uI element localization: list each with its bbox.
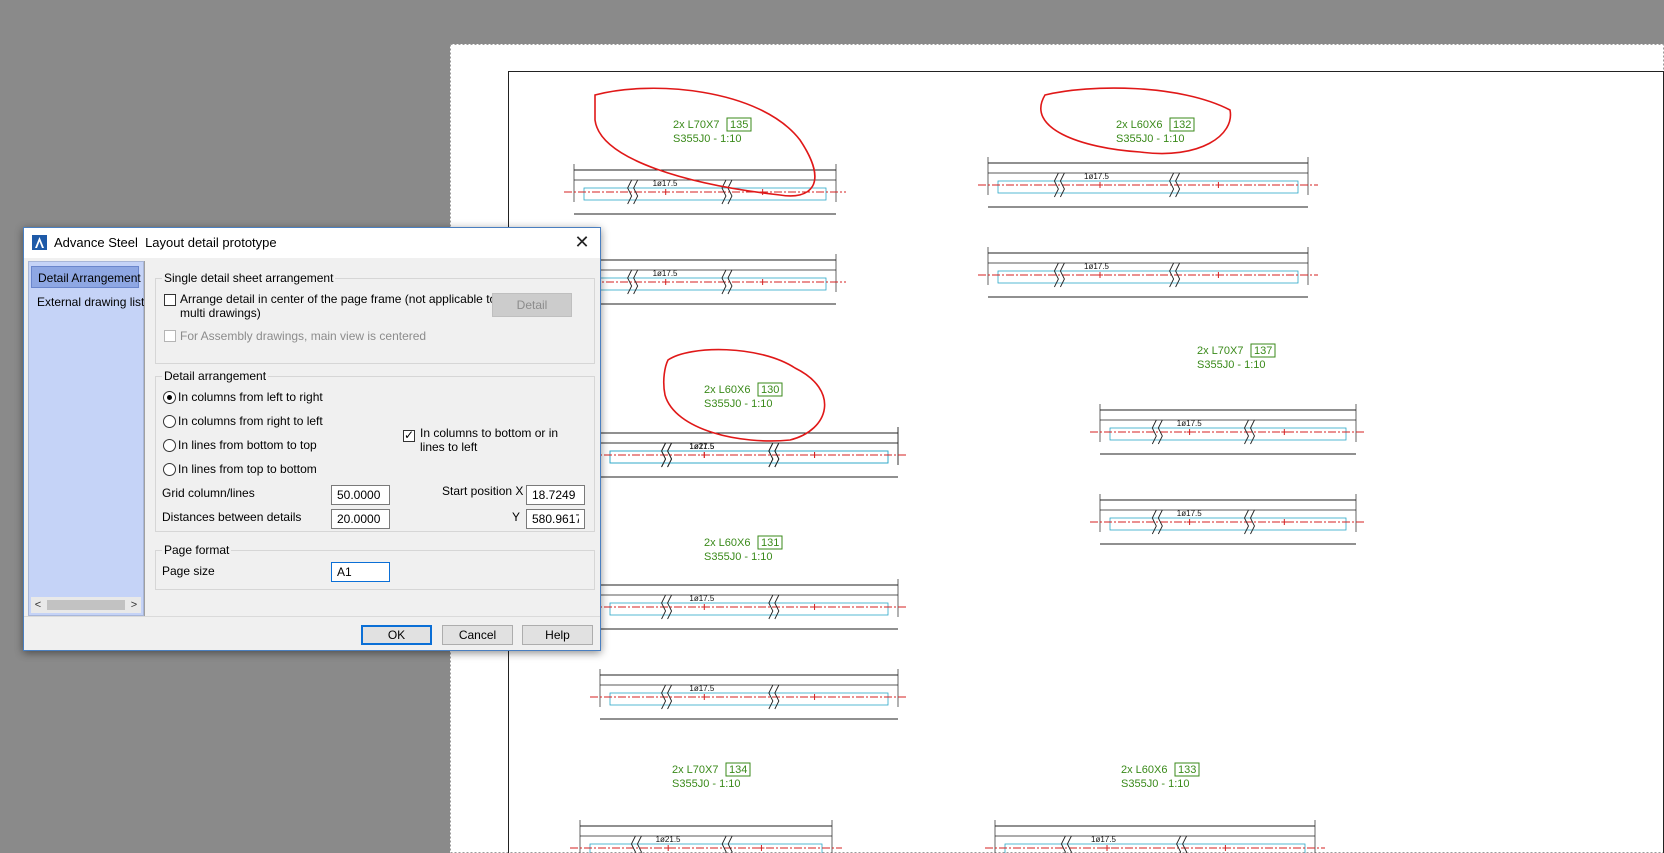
cancel-button[interactable]: Cancel: [442, 625, 513, 645]
page-format-group-title: Page format: [162, 543, 232, 557]
close-icon[interactable]: ✕: [572, 233, 592, 253]
hole-label: 1ø17.5: [1177, 419, 1202, 428]
page-size-label: Page size: [162, 564, 215, 578]
grid-lines-label: Grid column/lines: [162, 486, 255, 500]
detail-name: 2x L70X7: [1197, 345, 1243, 357]
scrollbar-thumb[interactable]: [47, 600, 125, 610]
hole-label: 1ø17.5: [1091, 835, 1116, 844]
center-detail-label-2: multi drawings): [180, 306, 261, 320]
radio-label-columns-left-to-right: In columns from left to right: [178, 390, 323, 404]
radio-label-lines-top-to-bottom: In lines from top to bottom: [178, 462, 317, 476]
content-divider: [144, 261, 145, 616]
distance-input[interactable]: [331, 509, 390, 529]
detail-arrangement-group-title: Detail arrangement: [162, 369, 269, 383]
assembly-centered-checkbox[interactable]: [164, 330, 176, 342]
grid-lines-input[interactable]: [331, 485, 390, 505]
hole-label: 1ø17.5: [689, 684, 714, 693]
dialog-titlebar[interactable]: Advance Steel Layout detail prototype ✕: [24, 228, 600, 258]
center-detail-checkbox[interactable]: [164, 294, 176, 306]
detail-material: S355J0 - 1:10: [1121, 778, 1190, 790]
detail-material: S355J0 - 1:10: [704, 551, 773, 563]
dialog-title: Advance Steel Layout detail prototype: [54, 235, 277, 250]
scroll-left-icon[interactable]: <: [31, 597, 45, 613]
detail-material: S355J0 - 1:10: [1116, 133, 1185, 145]
center-detail-label-1: Arrange detail in center of the page fra…: [180, 292, 497, 306]
detail-mark: 132: [1173, 119, 1191, 131]
dialog-nav-panel: Detail Arrangement External drawing list…: [28, 261, 144, 616]
detail-name: 2x L70X7: [673, 119, 719, 131]
detail-name: 2x L60X6: [704, 384, 750, 396]
detail-material: S355J0 - 1:10: [1197, 359, 1266, 371]
detail-mark: 130: [761, 384, 779, 396]
radio-columns-left-to-right[interactable]: [163, 391, 176, 404]
detail-name: 2x L60X6: [1116, 119, 1162, 131]
radio-label-lines-bottom-to-top: In lines from bottom to top: [178, 438, 317, 452]
radio-columns-right-to-left[interactable]: [163, 415, 176, 428]
hole-label: 1ø17.5: [689, 442, 714, 451]
detail-material: S355J0 - 1:10: [672, 778, 741, 790]
ok-button[interactable]: OK: [361, 625, 432, 645]
radio-lines-bottom-to-top[interactable]: [163, 439, 176, 452]
scroll-right-icon[interactable]: >: [127, 597, 141, 613]
detail-arrangement-group: Detail arrangement In columns from left …: [155, 369, 595, 532]
radio-lines-top-to-bottom[interactable]: [163, 463, 176, 476]
detail-mark: 131: [761, 537, 779, 549]
detail-button[interactable]: Detail: [492, 293, 572, 317]
hole-label: 1ø17.5: [1084, 172, 1109, 181]
columns-to-bottom-label-2: lines to left: [420, 440, 478, 454]
detail-mark: 134: [729, 764, 747, 776]
advance-steel-logo-icon: [32, 235, 47, 250]
distance-label: Distances between details: [162, 510, 302, 524]
single-detail-group: Single detail sheet arrangement Arrange …: [155, 271, 595, 364]
detail-mark: 137: [1254, 345, 1272, 357]
nav-item-external-drawing-list[interactable]: External drawing list: [31, 291, 144, 313]
detail-name: 2x L70X7: [672, 764, 718, 776]
drawing-sheet: [450, 44, 1664, 853]
assembly-centered-label: For Assembly drawings, main view is cent…: [180, 329, 427, 343]
page-size-input[interactable]: [331, 562, 390, 582]
single-detail-group-title: Single detail sheet arrangement: [162, 271, 336, 285]
dialog-title-text: Layout detail prototype: [145, 235, 277, 250]
start-y-input[interactable]: [526, 509, 585, 529]
detail-name: 2x L60X6: [704, 537, 750, 549]
footer-separator: [24, 616, 600, 617]
start-x-input[interactable]: [526, 485, 585, 505]
page-format-group: Page format Page size: [155, 543, 595, 590]
columns-to-bottom-checkbox[interactable]: [403, 428, 415, 442]
nav-item-detail-arrangement[interactable]: Detail Arrangement: [31, 266, 141, 288]
detail-mark: 135: [730, 119, 748, 131]
nav-horizontal-scrollbar[interactable]: < >: [31, 597, 141, 613]
detail-material: S355J0 - 1:10: [704, 398, 773, 410]
start-y-label: Y: [512, 510, 521, 524]
radio-label-columns-right-to-left: In columns from right to left: [178, 414, 323, 428]
help-button[interactable]: Help: [522, 625, 593, 645]
layout-detail-dialog: Advance Steel Layout detail prototype ✕ …: [23, 227, 601, 651]
detail-material: S355J0 - 1:10: [673, 133, 742, 145]
hole-label: 1ø17.5: [653, 179, 678, 188]
start-x-label: Start position X: [442, 484, 524, 498]
hole-label: 1ø21.5: [656, 835, 681, 844]
hole-label: 1ø17.5: [653, 269, 678, 278]
detail-mark: 133: [1178, 764, 1196, 776]
hole-label: 1ø17.5: [689, 594, 714, 603]
app-name: Advance Steel: [54, 235, 138, 250]
detail-name: 2x L60X6: [1121, 764, 1167, 776]
columns-to-bottom-label-1: In columns to bottom or in: [420, 426, 559, 440]
hole-label: 1ø17.5: [1177, 509, 1202, 518]
hole-label: 1ø17.5: [1084, 262, 1109, 271]
